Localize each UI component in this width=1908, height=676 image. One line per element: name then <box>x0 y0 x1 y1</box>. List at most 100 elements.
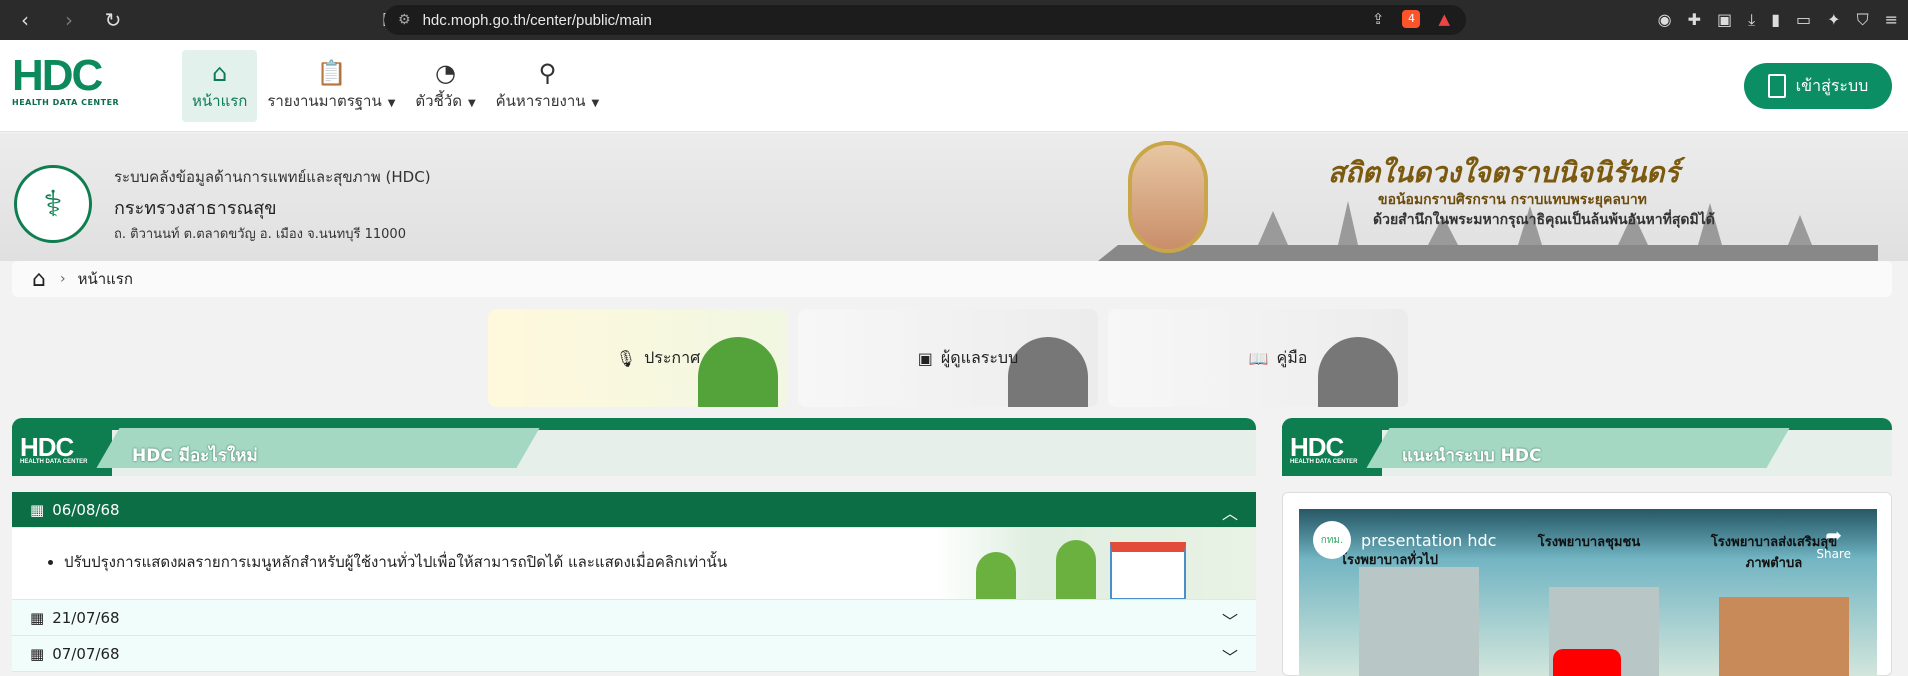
menu-label: หน้าแรก <box>192 92 248 110</box>
hero-banner: ⚕ ระบบคลังข้อมูลด้านการแพทย์และสุขภาพ (H… <box>0 133 1908 261</box>
wallet-icon[interactable]: ▭ <box>1796 10 1811 30</box>
url-text[interactable]: hdc.moph.go.th/center/public/main <box>423 12 652 29</box>
card-manual[interactable]: 📖 คู่มือ <box>1108 309 1408 407</box>
menu-item-search-reports[interactable]: ⚲ ค้นหารายงาน ▼ <box>486 50 610 122</box>
news-date-row[interactable]: ▦ 21/07/68 ﹀ <box>12 600 1256 636</box>
address-bar[interactable]: ⚙ hdc.moph.go.th/center/public/main ⇪ 4 … <box>384 5 1466 35</box>
news-section-title: HDC มีอะไรใหม่ <box>132 446 258 466</box>
card-label: ประกาศ <box>644 347 701 367</box>
extension-icon[interactable]: ◉ <box>1658 10 1672 30</box>
news-date-row[interactable]: ▦ 07/07/68 ﹀ <box>12 636 1256 672</box>
caret-down-icon: ▼ <box>387 98 396 109</box>
share-icon[interactable]: ⇪ <box>1372 10 1385 28</box>
site-settings-icon[interactable]: ⚙ <box>398 12 411 28</box>
chevron-right-icon: › <box>59 271 66 287</box>
royal-portrait <box>1128 141 1208 253</box>
vpn-icon[interactable]: ⛉ <box>1857 10 1869 30</box>
play-button[interactable] <box>1553 649 1621 676</box>
ministry-seal-icon: ⚕ <box>14 165 92 243</box>
home-icon: ⌂ <box>212 59 228 87</box>
org-address: ถ. ติวานนท์ ต.ตลาดขวัญ อ. เมือง จ.นนทบุร… <box>114 227 406 242</box>
calendar-icon: ▦ <box>30 500 45 519</box>
memorial-subtitle-1: ขอน้อมกราบศิรกราน กราบแทบพระยุคลบาท <box>1378 192 1647 208</box>
browser-toolbar: ‹ › ↻ ☐ ⚙ hdc.moph.go.th/center/public/m… <box>0 0 1908 40</box>
intro-section-title: แนะนำระบบ HDC <box>1402 446 1542 466</box>
card-label: ผู้ดูแลระบบ <box>940 347 1019 367</box>
main-menu: ⌂ หน้าแรก 📋 รายงานมาตรฐาน ▼ ◔ ตัวชี้วัด ▼ … <box>182 50 609 122</box>
video-share-button[interactable]: ➦ Share <box>1816 523 1851 561</box>
logo-subtext: HEALTH DATA CENTER <box>12 98 120 107</box>
breadcrumb: ⌂ › หน้าแรก <box>12 261 1892 297</box>
puzzle-icon[interactable]: ✚ <box>1688 10 1701 30</box>
channel-avatar[interactable]: กทม. <box>1313 521 1351 559</box>
news-date: 21/07/68 <box>52 608 120 627</box>
menu-item-standard-reports[interactable]: 📋 รายงานมาตรฐาน ▼ <box>257 50 405 122</box>
menu-item-indicators[interactable]: ◔ ตัวชี้วัด ▼ <box>405 50 485 122</box>
clipboard-icon: 📋 <box>316 59 347 87</box>
book-icon: 📖 <box>1248 348 1269 368</box>
calendar-art-icon <box>1110 542 1186 599</box>
login-label: เข้าสู่ระบบ <box>1795 75 1869 95</box>
news-accordion: ▦ 06/08/68 ︿ ปรับปรุงการแสดงผลรายการเมนู… <box>12 492 1256 672</box>
intro-section-header: HDC HEALTH DATA CENTER แนะนำระบบ HDC <box>1282 418 1892 476</box>
card-announcement[interactable]: 🎙 ประกาศ <box>488 309 788 407</box>
section-hdc-logo: HDC HEALTH DATA CENTER <box>20 432 88 465</box>
card-label: คู่มือ <box>1276 347 1308 367</box>
caret-down-icon: ▼ <box>467 98 476 109</box>
hdc-logo[interactable]: HDC HEALTH DATA CENTER <box>12 54 132 114</box>
quick-links: 🎙 ประกาศ ▣ ผู้ดูแลระบบ 📖 คู่มือ <box>488 309 1408 407</box>
news-item: ปรับปรุงการแสดงผลรายการเมนูหลักสำหรับผู้… <box>64 550 727 574</box>
caret-down-icon: ▼ <box>591 98 600 109</box>
news-date: 07/07/68 <box>52 644 120 663</box>
calendar-illustration <box>936 528 1256 599</box>
reload-icon[interactable]: ↻ <box>102 8 124 32</box>
memorial-banner: สถิตในดวงใจตราบนิจนิรันดร์ ขอน้อมกราบศิร… <box>1098 133 1878 261</box>
forward-icon[interactable]: › <box>58 8 80 32</box>
video-title[interactable]: presentation hdc <box>1361 531 1496 550</box>
leo-icon[interactable]: ✦ <box>1827 10 1840 30</box>
door-icon <box>1767 74 1786 98</box>
back-icon[interactable]: ‹ <box>14 8 36 32</box>
org-ministry-name: กระทรวงสาธารณสุข <box>114 198 277 219</box>
share-arrow-icon: ➦ <box>1825 523 1843 547</box>
site-header: HDC HEALTH DATA CENTER ⌂ หน้าแรก 📋 รายงา… <box>0 40 1908 132</box>
video-column-label: โรงพยาบาลชุมชน <box>1537 535 1641 550</box>
calendar-icon: ▦ <box>30 644 45 663</box>
card-admin[interactable]: ▣ ผู้ดูแลระบบ <box>798 309 1098 407</box>
admin-badge-icon: ▣ <box>917 348 933 368</box>
breadcrumb-current: หน้าแรก <box>77 270 133 288</box>
menu-label: ตัวชี้วัด <box>415 92 462 110</box>
video-player[interactable]: โรงพยาบาลทั่วไป โรงพยาบาลชุมชน โรงพยาบาล… <box>1299 509 1877 676</box>
brave-rewards-icon[interactable]: ▲ <box>1438 10 1450 28</box>
org-system-name: ระบบคลังข้อมูลด้านการแพทย์และสุขภาพ (HDC… <box>114 168 431 186</box>
menu-item-home[interactable]: ⌂ หน้าแรก <box>182 50 258 122</box>
tree-illustration <box>1008 337 1088 407</box>
news-date-row[interactable]: ▦ 06/08/68 ︿ <box>12 492 1256 528</box>
menu-icon[interactable]: ≡ <box>1885 10 1898 30</box>
intro-panel: โรงพยาบาลทั่วไป โรงพยาบาลชุมชน โรงพยาบาล… <box>1282 492 1892 676</box>
gauge-icon: ◔ <box>435 59 456 87</box>
chevron-up-icon[interactable]: ︿ <box>1222 500 1238 524</box>
microphone-icon: 🎙 <box>615 348 637 368</box>
news-list: ปรับปรุงการแสดงผลรายการเมนูหลักสำหรับผู้… <box>64 550 727 574</box>
memorial-subtitle-2: ด้วยสำนึกในพระมหากรุณาธิคุณเป็นล้นพ้นอัน… <box>1373 212 1715 228</box>
logo-text: HDC <box>12 51 103 100</box>
menu-label: ค้นหารายงาน <box>495 92 586 110</box>
section-hdc-logo: HDC HEALTH DATA CENTER <box>1290 432 1358 465</box>
news-body: ปรับปรุงการแสดงผลรายการเมนูหลักสำหรับผู้… <box>12 528 1256 600</box>
calendar-icon: ▦ <box>30 608 45 627</box>
news-date: 06/08/68 <box>52 500 120 519</box>
news-section-header: HDC HEALTH DATA CENTER HDC มีอะไรใหม่ <box>12 418 1256 476</box>
menu-label: รายงานมาตรฐาน <box>267 92 382 110</box>
home-icon[interactable]: ⌂ <box>32 267 46 292</box>
login-button[interactable]: เข้าสู่ระบบ <box>1744 63 1892 109</box>
search-icon: ⚲ <box>538 59 557 87</box>
chevron-down-icon[interactable]: ﹀ <box>1222 644 1238 668</box>
reader-icon[interactable]: ▣ <box>1717 10 1732 30</box>
tree-illustration <box>1318 337 1398 407</box>
sidebar-icon[interactable]: ▮ <box>1771 10 1780 30</box>
tree-illustration <box>698 337 778 407</box>
brave-shields-icon[interactable]: 4 <box>1402 10 1421 28</box>
chevron-down-icon[interactable]: ﹀ <box>1222 608 1238 632</box>
download-icon[interactable]: ⤓ <box>1748 10 1755 30</box>
